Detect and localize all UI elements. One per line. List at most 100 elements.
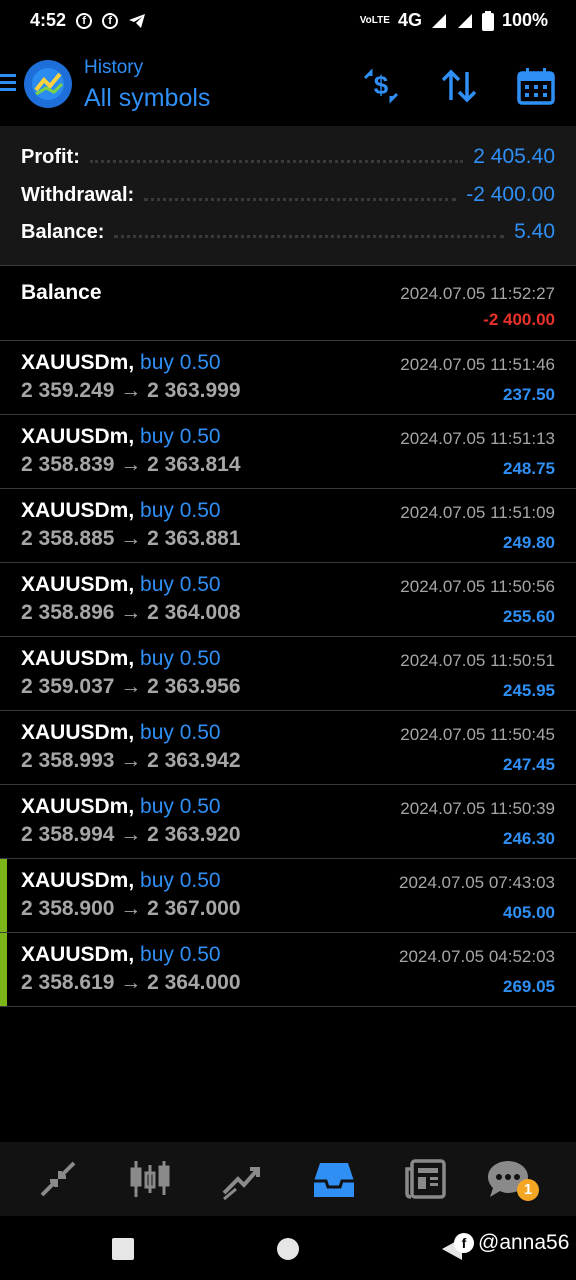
chart-icon[interactable] <box>128 1157 172 1201</box>
deal-prices: 2 359.249 → 2 363.999 <box>21 379 241 402</box>
deal-row[interactable]: XAUUSDm, buy 0.50 2 358.885 → 2 363.881 20… <box>0 489 576 563</box>
deal-profit: 269.05 <box>503 977 555 996</box>
deal-prices: 2 358.993 → 2 363.942 <box>21 749 241 772</box>
deal-symbol-line: XAUUSDm, buy 0.50 <box>21 869 221 893</box>
operation-title: Balance <box>21 281 102 304</box>
facebook-notification-icon: f <box>76 12 93 29</box>
dotted-leader <box>114 234 505 238</box>
balance-label: Balance: <box>21 220 105 243</box>
deal-profit: 255.60 <box>503 607 555 626</box>
dotted-leader <box>89 159 464 163</box>
trade-icon[interactable] <box>220 1157 264 1201</box>
deal-symbol-line: XAUUSDm, buy 0.50 <box>21 795 221 819</box>
deal-prices: 2 358.994 → 2 363.920 <box>21 823 241 846</box>
deal-profit: 248.75 <box>503 459 555 478</box>
deal-time: 2024.07.05 07:43:03 <box>399 873 555 892</box>
deal-row[interactable]: XAUUSDm, buy 0.50 2 359.037 → 2 363.956 20… <box>0 637 576 711</box>
deal-symbol-line: XAUUSDm, buy 0.50 <box>21 647 221 671</box>
deal-symbol-line: XAUUSDm, buy 0.50 <box>21 351 221 375</box>
app-logo-icon[interactable] <box>24 60 72 108</box>
deal-symbol-line: XAUUSDm, buy 0.50 <box>21 499 221 523</box>
header-subtitle: History <box>84 57 144 78</box>
deal-time: 2024.07.05 11:50:39 <box>400 799 555 818</box>
signal-icon <box>457 13 472 28</box>
deal-row[interactable]: XAUUSDm, buy 0.50 2 358.900 → 2 367.000 20… <box>0 859 576 933</box>
deal-side: buy 0.50 <box>140 869 221 892</box>
deal-symbol-line: XAUUSDm, buy 0.50 <box>21 573 221 597</box>
deal-time: 2024.07.05 11:50:51 <box>400 651 555 670</box>
facebook-notification-icon: f <box>102 12 119 29</box>
withdrawal-label: Withdrawal: <box>21 183 135 206</box>
profit-label: Profit: <box>21 145 80 168</box>
deal-symbol: XAUUSDm, <box>21 795 135 818</box>
profit-row: Profit: 2 405.40 <box>21 142 555 172</box>
deal-symbol: XAUUSDm, <box>21 351 135 374</box>
network-type: 4G <box>397 10 422 30</box>
recents-button[interactable] <box>112 1238 134 1260</box>
deal-symbol-line: XAUUSDm, buy 0.50 <box>21 943 221 967</box>
deal-side: buy 0.50 <box>140 943 221 966</box>
deal-row[interactable]: XAUUSDm, buy 0.50 2 358.619 → 2 364.000 20… <box>0 933 576 1007</box>
deal-row[interactable]: XAUUSDm, buy 0.50 2 359.249 → 2 363.999 20… <box>0 341 576 415</box>
deal-symbol: XAUUSDm, <box>21 721 135 744</box>
deal-row[interactable]: XAUUSDm, buy 0.50 2 358.994 → 2 363.920 20… <box>0 785 576 859</box>
deal-symbol: XAUUSDm, <box>21 647 135 670</box>
deal-row[interactable]: XAUUSDm, buy 0.50 2 358.839 → 2 363.814 20… <box>0 415 576 489</box>
history-icon[interactable] <box>312 1157 356 1201</box>
deal-profit: 247.45 <box>503 755 555 774</box>
withdrawal-row: Withdrawal: -2 400.00 <box>21 180 555 210</box>
balance-operation-row[interactable]: Balance 2024.07.05 11:52:27 -2 400.00 <box>0 265 576 341</box>
signal-icon <box>431 13 446 28</box>
deal-row[interactable]: XAUUSDm, buy 0.50 2 358.896 → 2 364.008 20… <box>0 563 576 637</box>
deal-time: 2024.07.05 11:50:45 <box>400 725 555 744</box>
status-bar: 4:52 f f VoLTE 4G 100% <box>0 0 576 42</box>
deal-time: 2024.07.05 04:52:03 <box>399 947 555 966</box>
telegram-notification-icon <box>129 13 146 28</box>
deal-profit: 246.30 <box>503 829 555 848</box>
operation-amount: -2 400.00 <box>483 310 555 329</box>
history-list: Balance 2024.07.05 11:52:27 -2 400.00 XA… <box>0 265 576 1007</box>
deal-prices: 2 359.037 → 2 363.956 <box>21 675 241 698</box>
deal-side: buy 0.50 <box>140 795 221 818</box>
deal-time: 2024.07.05 11:51:46 <box>400 355 555 374</box>
deal-prices: 2 358.896 → 2 364.008 <box>21 601 241 624</box>
news-icon[interactable] <box>404 1157 448 1201</box>
deal-time: 2024.07.05 11:51:09 <box>400 503 555 522</box>
svg-text:$: $ <box>374 70 389 100</box>
summary-panel: Profit: 2 405.40 Withdrawal: -2 400.00 B… <box>0 126 576 265</box>
operation-time: 2024.07.05 11:52:27 <box>400 284 555 303</box>
deal-time: 2024.07.05 11:50:56 <box>400 577 555 596</box>
currency-filter-icon[interactable]: $ <box>361 66 401 106</box>
battery-level: 100% <box>501 10 548 30</box>
home-button[interactable] <box>277 1238 299 1260</box>
deal-symbol: XAUUSDm, <box>21 869 135 892</box>
quotes-icon[interactable] <box>36 1157 80 1201</box>
deal-side: buy 0.50 <box>140 351 221 374</box>
calendar-icon[interactable] <box>516 66 556 106</box>
deal-symbol: XAUUSDm, <box>21 573 135 596</box>
deal-symbol-line: XAUUSDm, buy 0.50 <box>21 721 221 745</box>
deal-side: buy 0.50 <box>140 425 221 448</box>
deal-side: buy 0.50 <box>140 499 221 522</box>
page-title[interactable]: All symbols <box>84 84 210 113</box>
deal-profit: 237.50 <box>503 385 555 404</box>
status-time: 4:52 <box>30 10 67 30</box>
balance-value: 5.40 <box>514 220 555 243</box>
sort-icon[interactable] <box>439 66 479 106</box>
deal-time: 2024.07.05 11:51:13 <box>400 429 555 448</box>
volte-indicator: VoLTE <box>359 14 390 26</box>
deal-prices: 2 358.885 → 2 363.881 <box>21 527 241 550</box>
deal-prices: 2 358.619 → 2 364.000 <box>21 971 241 994</box>
deal-symbol: XAUUSDm, <box>21 943 135 966</box>
profit-value: 2 405.40 <box>473 145 555 168</box>
deal-symbol: XAUUSDm, <box>21 425 135 448</box>
deal-row[interactable]: XAUUSDm, buy 0.50 2 358.993 → 2 363.942 20… <box>0 711 576 785</box>
deal-side: buy 0.50 <box>140 721 221 744</box>
dotted-leader <box>144 197 457 201</box>
deal-symbol: XAUUSDm, <box>21 499 135 522</box>
battery-icon <box>481 10 494 31</box>
watermark: f @anna56 <box>454 1231 569 1255</box>
row-marker <box>0 859 7 932</box>
menu-icon[interactable] <box>0 72 16 92</box>
deal-prices: 2 358.839 → 2 363.814 <box>21 453 241 476</box>
